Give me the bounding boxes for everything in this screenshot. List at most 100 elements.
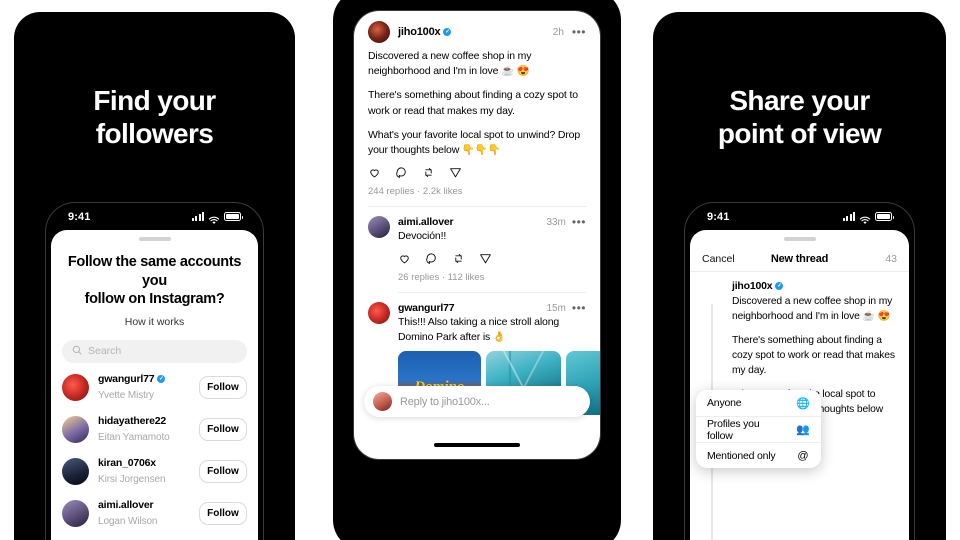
sheet-title-line1: Follow the same accounts you [67,254,242,289]
sheet-grabber[interactable] [783,237,816,241]
post-author[interactable]: jiho100x [398,26,452,38]
panel2-card: jiho100x 2h ••• Discovered a new coffee … [333,0,621,540]
verified-badge-icon [775,282,784,290]
cellular-signal-icon [843,212,855,221]
search-icon [72,342,82,360]
username-text: aimi.allover [98,498,154,511]
follow-list-item[interactable]: gwangurl77 Yvette Mistry Follow [51,367,258,409]
avatar[interactable] [368,302,390,324]
follow-item-text: gwangurl77 Yvette Mistry [98,373,190,403]
sheet-title: Follow the same accounts you follow on I… [67,253,242,309]
sheet-grabber[interactable] [138,237,171,241]
panel-share-your-pov: Share your point of view 9:41 Cancel New… [645,0,960,540]
share-icon[interactable] [479,252,492,265]
post-timestamp: 2h [552,26,564,38]
like-icon[interactable] [398,252,411,265]
comment-actions [398,252,586,265]
avatar[interactable] [62,500,89,528]
follow-item-fullname: Logan Wilson [98,515,158,527]
avatar[interactable] [62,458,89,486]
dropdown-item-people[interactable]: Profiles you follow 👥 [696,416,821,442]
follow-item-text: aimi.allover Logan Wilson [98,499,190,529]
follow-item-fullname: Eitan Yamamoto [98,431,170,443]
at-icon: @ [797,449,809,462]
feed-post: jiho100x 2h ••• Discovered a new coffee … [354,11,600,208]
verified-badge-icon [443,28,452,36]
dropdown-items: Anyone 🌐 Profiles you follow 👥 Mentioned onl… [696,390,821,468]
post-actions [368,166,586,179]
follow-list-item[interactable]: aimi.allover Logan Wilson Follow [51,493,258,535]
avatar[interactable] [62,374,89,402]
follow-list-item[interactable]: alo.daiane1Follow [51,535,258,540]
post-paragraph: What's your favorite local spot to unwin… [368,128,581,157]
username-text: kiran_0706x [98,456,156,469]
post-meta[interactable]: 244 replies · 2.2k likes [368,186,586,197]
panel1-headline-line1: Find your [93,85,216,116]
home-indicator [434,443,520,447]
follow-item-username: hidayathere22 [98,415,190,427]
dropdown-item-label: Profiles you follow [707,417,760,442]
reply-composer[interactable]: Reply to jiho100x... [364,386,590,417]
username-text: gwangurl77 [98,372,155,385]
comment-more-icon[interactable]: ••• [572,302,586,314]
comment-author: gwangurl77 [398,302,455,314]
dropdown-item-at[interactable]: Mentioned only @ [696,442,821,468]
search-placeholder: Search [88,345,122,358]
panel-find-your-followers: Find your followers 9:41 Follow the same… [0,0,303,540]
composer-author-name: jiho100x [732,280,773,292]
follow-list-item[interactable]: kiran_0706x Kirsi Jorgensen Follow [51,451,258,493]
comment-text: Devoción!! [398,230,447,243]
avatar[interactable] [368,21,390,43]
comment-more-icon[interactable]: ••• [572,216,586,228]
app-store-screenshot-set: Find your followers 9:41 Follow the same… [0,0,960,540]
avatar[interactable] [368,216,390,239]
post-paragraph: Discovered a new coffee shop in my neigh… [368,50,532,78]
follow-item-text: kiran_0706x Kirsi Jorgensen [98,457,190,487]
follow-button[interactable]: Follow [199,502,247,526]
status-indicators [843,212,895,224]
follow-item-fullname: Yvette Mistry [98,389,154,401]
status-time: 9:41 [68,210,91,223]
follow-item-fullname: Kirsi Jorgensen [98,473,166,485]
avatar [373,392,392,411]
comment-header: gwangurl77 15m ••• [398,302,586,314]
verified-badge-icon [157,374,166,383]
repost-icon[interactable] [452,252,465,265]
comment-meta: 26 replies · 112 likes [398,272,485,283]
composer-sheet: Cancel New thread 43 jiho100x ✓ Discover… [690,230,909,540]
panel3-headline: Share your point of view [653,84,946,150]
post-more-icon[interactable]: ••• [572,26,586,38]
comment-item[interactable]: aimi.allover 33m ••• Devoción!! 26 replies ·… [354,207,600,293]
share-icon[interactable] [449,166,462,179]
comment-author: aimi.allover [398,216,454,229]
comment-icon[interactable] [395,166,408,179]
username-text: hidayathere22 [98,414,167,427]
follow-item-text: hidayathere22 Eitan Yamamoto [98,415,190,445]
comment-text: This!!! Also taking a nice stroll along … [398,316,560,343]
phone-mockup-2: jiho100x 2h ••• Discovered a new coffee … [353,10,601,460]
post-header: jiho100x 2h ••• [368,21,586,43]
follow-button[interactable]: Follow [199,376,247,400]
composer-paragraph: There's something about finding a cozy s… [732,335,895,377]
follow-list: gwangurl77Yvette MistryFollowhidayathere… [51,367,258,540]
dropdown-item-globe[interactable]: Anyone 🌐 [696,390,821,416]
follow-list-item[interactable]: hidayathere22 Eitan Yamamoto Follow [51,409,258,451]
avatar[interactable] [62,416,89,444]
repost-icon[interactable] [422,166,435,179]
like-icon[interactable] [368,166,381,179]
reply-placeholder: Reply to jiho100x... [400,395,490,408]
follow-button[interactable]: Follow [199,460,247,484]
follow-button[interactable]: Follow [199,418,247,442]
page-title: New thread [770,252,829,265]
search-input[interactable]: Search [62,339,247,363]
battery-icon [224,212,244,221]
follow-item-username: gwangurl77 [98,373,190,385]
wifi-icon [208,212,220,224]
comment-main: aimi.allover 33m ••• Devoción!! 26 replies ·… [398,216,586,293]
comment-icon[interactable] [425,252,438,265]
how-it-works-link[interactable]: How it works [51,316,258,328]
composer-navbar: Cancel New thread 43 [690,246,909,272]
dropdown-item-label: Anyone [707,397,742,409]
character-count: 43 [885,252,897,265]
comment-timestamp: 15m [546,302,566,314]
